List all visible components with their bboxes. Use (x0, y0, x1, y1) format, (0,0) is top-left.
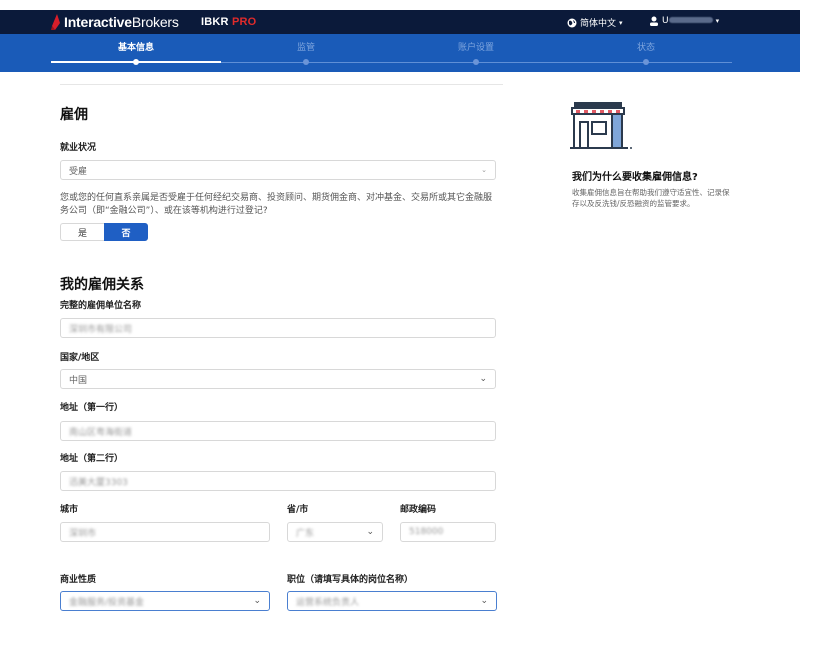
chevron-down-icon: ⌄ (366, 527, 374, 537)
product-name: IBKR PRO (201, 16, 257, 28)
section-divider (60, 84, 503, 85)
affiliation-question: 您或您的任何直系亲属是否受雇于任何经纪交易商、投资顾问、期货佣金商、对冲基金、交… (60, 193, 493, 216)
globe-icon (567, 18, 577, 27)
chevron-down-icon: ⌄ (479, 374, 487, 384)
employment-title: 雇佣 (60, 107, 88, 123)
user-icon (650, 16, 658, 26)
postal-code-label: 邮政编码 (400, 505, 437, 515)
business-nature-value: 金融服务/投资基金 (69, 597, 145, 608)
why-collect-text: 收集雇佣信息旨在帮助我们遵守适宜性、记录保存以及反洗钱/反恐融资的监管要求。 (572, 188, 730, 208)
user-id: U (662, 16, 713, 26)
step-status[interactable]: 状态 (586, 40, 706, 53)
top-navigation-bar: InteractiveBrokers IBKR PRO 简体中文 ▾ U ▾ (0, 10, 800, 34)
employer-name-label: 完整的雇佣单位名称 (60, 301, 142, 311)
province-select[interactable]: 广东 ⌄ (287, 522, 383, 542)
employment-relationship-title: 我的雇佣关系 (60, 277, 144, 293)
address-line1-label: 地址（第一行） (60, 403, 124, 413)
yes-button[interactable]: 是 (60, 223, 104, 241)
position-value: 运营系统负责人 (296, 597, 360, 608)
affiliation-toggle: 是 否 (60, 223, 148, 241)
address-line2-input[interactable]: 迅美大厦3303 (60, 471, 496, 491)
caret-down-icon: ▾ (619, 18, 623, 27)
business-nature-select[interactable]: 金融服务/投资基金 ⌄ (60, 591, 270, 611)
country-value: 中国 (69, 375, 88, 386)
chevron-down-icon: ⌄ (481, 166, 487, 174)
employer-name-input[interactable]: 深圳市有限公司 (60, 318, 496, 338)
step-dot-4 (643, 59, 649, 65)
address-line1-input[interactable]: 南山区粤海街道 (60, 421, 496, 441)
country-label: 国家/地区 (60, 353, 100, 363)
city-label: 城市 (60, 505, 79, 515)
ib-logo[interactable]: InteractiveBrokers (51, 14, 179, 30)
progress-steps: 基本信息 监管 账户设置 状态 (0, 34, 800, 72)
city-value: 深圳市 (69, 528, 97, 539)
language-selector[interactable]: 简体中文 ▾ (567, 16, 623, 29)
business-nature-label: 商业性质 (60, 575, 97, 585)
country-select[interactable]: 中国 ⌄ (60, 369, 496, 389)
position-label: 职位（请填写具体的岗位名称） (287, 575, 414, 585)
chevron-down-icon: ⌄ (480, 596, 488, 606)
address-line2-label: 地址（第二行） (60, 454, 124, 464)
province-value: 广东 (296, 528, 315, 539)
employment-status-select[interactable]: 受雇 ⌄ (60, 160, 496, 180)
caret-down-icon: ▾ (715, 17, 720, 25)
why-collect-title: 我们为什么要收集雇佣信息? (572, 172, 698, 183)
user-menu[interactable]: U ▾ (649, 16, 719, 26)
postal-code-input[interactable]: 518000 (400, 522, 496, 542)
address-line1-value: 南山区粤海街道 (69, 427, 133, 438)
step-dot-1 (133, 59, 139, 65)
position-select[interactable]: 运营系统负责人 ⌄ (287, 591, 497, 611)
postal-code-value: 518000 (409, 527, 444, 537)
chevron-down-icon: ⌄ (253, 596, 261, 606)
brand-name: InteractiveBrokers (64, 14, 179, 30)
step-account-setup[interactable]: 账户设置 (416, 40, 536, 53)
employment-status-value: 受雇 (69, 166, 88, 177)
employment-status-label: 就业状况 (60, 143, 97, 153)
no-button[interactable]: 否 (104, 223, 148, 241)
storefront-icon (570, 102, 632, 149)
flame-logo-icon (51, 14, 60, 30)
address-line2-value: 迅美大厦3303 (69, 477, 128, 488)
step-dot-2 (303, 59, 309, 65)
city-input[interactable]: 深圳市 (60, 522, 270, 542)
province-label: 省/市 (287, 505, 309, 515)
step-regulatory[interactable]: 监管 (246, 40, 366, 53)
employer-name-value: 深圳市有限公司 (69, 324, 133, 335)
step-dot-3 (473, 59, 479, 65)
step-basic-info[interactable]: 基本信息 (76, 40, 196, 53)
language-label: 简体中文 (580, 19, 617, 29)
